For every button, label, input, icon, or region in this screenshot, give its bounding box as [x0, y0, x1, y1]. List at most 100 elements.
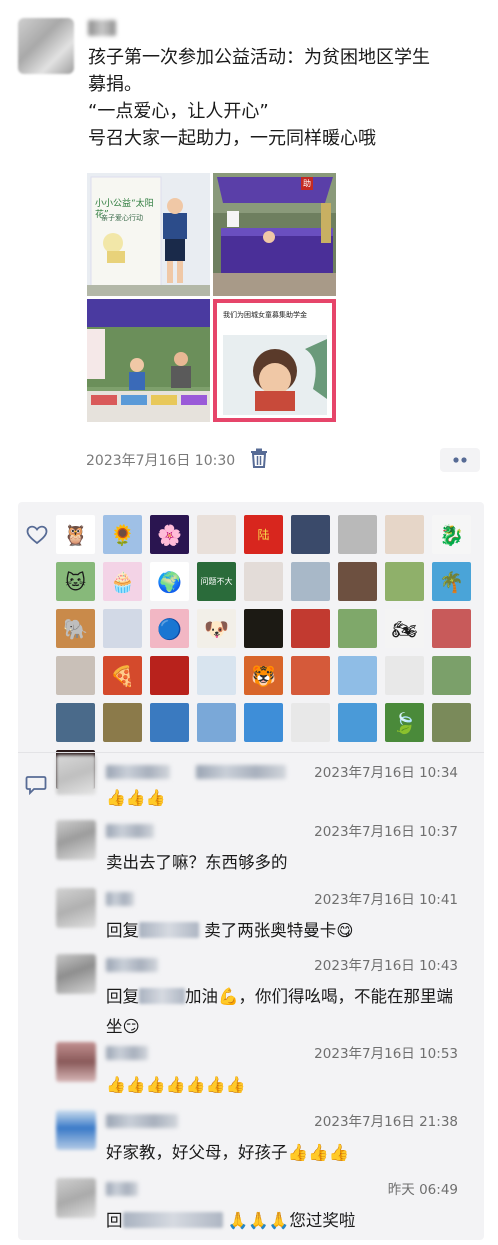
meadow-avatar[interactable]: [385, 562, 424, 601]
reply-target-name[interactable]: [139, 988, 185, 1004]
dancer-avatar[interactable]: [291, 703, 330, 742]
boy-photo-avatar[interactable]: [56, 656, 95, 695]
author-avatar[interactable]: [18, 18, 74, 74]
comment-item[interactable]: 2023年7月16日 10:43 回复 加油💪，你们得吆喝，不能在那里端坐😏: [56, 954, 476, 1036]
couple-silhouette-avatar[interactable]: [291, 656, 330, 695]
street-photo-avatar[interactable]: [338, 515, 377, 554]
comment-avatar[interactable]: [56, 888, 96, 928]
mammoth-avatar-glyph: 🐘: [63, 616, 88, 641]
charity-poster-image: [87, 173, 210, 296]
bride-avatar[interactable]: [244, 562, 283, 601]
man-glasses-avatar[interactable]: [385, 515, 424, 554]
comment-body: 🙏🙏🙏您过奖啦: [227, 1211, 356, 1230]
sky-cloud-avatar[interactable]: [244, 703, 283, 742]
snow-mountain-avatar[interactable]: [197, 656, 236, 695]
man-sitting-avatar[interactable]: [385, 656, 424, 695]
white-cat-avatar-glyph: 🐱: [65, 569, 86, 594]
comment-icon: [25, 776, 47, 795]
comment-item[interactable]: 2023年7月16日 21:38 好家教，好父母，好孩子👍👍👍: [56, 1110, 476, 1172]
sunflower-avatar[interactable]: 🌻: [103, 515, 142, 554]
blue-man-avatar[interactable]: [338, 656, 377, 695]
post-line: 募捐。: [88, 74, 142, 95]
pizza-avatar[interactable]: 🍕: [103, 656, 142, 695]
more-actions-button[interactable]: [440, 448, 480, 472]
owl-avatar-glyph: 🦉: [63, 522, 88, 547]
globes-avatar[interactable]: 🌍: [150, 562, 189, 601]
comment-time: 2023年7月16日 10:37: [314, 824, 458, 840]
heart-icon: [26, 525, 48, 545]
bird-man-avatar[interactable]: [338, 703, 377, 742]
field-path-avatar[interactable]: [338, 609, 377, 648]
comment-avatar[interactable]: [56, 954, 96, 994]
puppies-avatar-glyph: 🐶: [204, 616, 229, 641]
reply-target-name[interactable]: [122, 1212, 223, 1228]
post-photo-4[interactable]: 我们为困城女童募集助学金: [213, 299, 336, 422]
post-line: 孩子第一次参加公益活动：为贫困地区学生: [88, 47, 430, 68]
owl-avatar[interactable]: 🦉: [56, 515, 95, 554]
couple-red-avatar[interactable]: [150, 656, 189, 695]
commenter-name[interactable]: [106, 1114, 178, 1128]
stall-flag: 助: [301, 177, 313, 190]
comment-avatar[interactable]: [56, 820, 96, 860]
reply-target-name[interactable]: [139, 922, 199, 938]
post-text: 孩子第一次参加公益活动：为贫困地区学生 募捐。 “一点爱心，让人开心” 号召大家…: [88, 44, 488, 152]
comment-item[interactable]: 2023年7月16日 10:53 👍👍👍👍👍👍👍: [56, 1042, 476, 1104]
post-line: 号召大家一起助力，一元同样暖心哦: [88, 128, 376, 149]
doraemon-avatar[interactable]: 🔵: [150, 609, 189, 648]
red-badge-avatar-glyph: 陆: [257, 528, 270, 542]
trash-icon[interactable]: [250, 448, 268, 468]
woman-red-avatar[interactable]: [432, 609, 471, 648]
sky-mountain-avatar[interactable]: [197, 703, 236, 742]
charity-table-image: [87, 299, 210, 422]
sea-avatar[interactable]: [150, 703, 189, 742]
post-photo-3[interactable]: [87, 299, 210, 422]
commenter-name[interactable]: [106, 1182, 138, 1196]
comment-item[interactable]: 昨天 06:49 回 🙏🙏🙏您过奖啦: [56, 1178, 476, 1238]
man-portrait-avatar[interactable]: [338, 562, 377, 601]
city-night-avatar[interactable]: [291, 515, 330, 554]
opera-avatar[interactable]: [291, 609, 330, 648]
pink-cake-avatar[interactable]: 🧁: [103, 562, 142, 601]
puppies-avatar[interactable]: 🐶: [197, 609, 236, 648]
mammoth-avatar[interactable]: 🐘: [56, 609, 95, 648]
comment-avatar[interactable]: [56, 1178, 96, 1218]
commenter-name[interactable]: [106, 765, 170, 779]
neon-flower-avatar[interactable]: 🌸: [150, 515, 189, 554]
comment-avatar[interactable]: [56, 1042, 96, 1082]
sunset-trees-avatar[interactable]: [244, 609, 283, 648]
woman-portrait-avatar[interactable]: [197, 515, 236, 554]
railway-avatar[interactable]: [103, 703, 142, 742]
comment-item[interactable]: 2023年7月16日 10:37 卖出去了嘛？东西够多的: [56, 820, 476, 882]
comment-item[interactable]: 2023年7月16日 10:34 👍👍👍: [56, 755, 476, 815]
hills-avatar[interactable]: [432, 656, 471, 695]
pizza-avatar-glyph: 🍕: [110, 663, 135, 688]
tiger-avatar[interactable]: 🐯: [244, 656, 283, 695]
dragon-avatar[interactable]: 🐉: [432, 515, 471, 554]
valley-avatar[interactable]: [432, 703, 471, 742]
comment-item[interactable]: 2023年7月16日 10:41 回复 卖了两张奥特曼卡😋: [56, 888, 476, 948]
post-photo-2[interactable]: 助: [213, 173, 336, 296]
reply-prefix: 回复: [106, 987, 139, 1006]
post-photo-1[interactable]: 小小公益“太阳花” 亲子爱心行动: [87, 173, 210, 296]
tiger-avatar-glyph: 🐯: [251, 663, 276, 688]
comment-time: 2023年7月16日 10:53: [314, 1046, 458, 1062]
reply-prefix: 回复: [106, 921, 139, 940]
sunflower-avatar-glyph: 🌻: [110, 522, 135, 547]
commenter-name[interactable]: [106, 892, 134, 906]
horizon-road-avatar[interactable]: [56, 703, 95, 742]
commenter-name[interactable]: [106, 1046, 148, 1060]
rock-statue-avatar[interactable]: [291, 562, 330, 601]
palm-tree-avatar-glyph: 🌴: [439, 569, 464, 594]
author-name[interactable]: [88, 20, 116, 36]
white-cat-avatar[interactable]: 🐱: [56, 562, 95, 601]
comment-avatar[interactable]: [56, 1110, 96, 1150]
commenter-name[interactable]: [106, 824, 154, 838]
red-badge-avatar[interactable]: 陆: [244, 515, 283, 554]
commenter-name[interactable]: [106, 958, 158, 972]
comment-avatar[interactable]: [56, 755, 96, 795]
palm-tree-avatar[interactable]: 🌴: [432, 562, 471, 601]
leaves-avatar[interactable]: 🍃: [385, 703, 424, 742]
green-text-avatar[interactable]: 问题不大: [197, 562, 236, 601]
motorbike-avatar[interactable]: 🏍: [385, 609, 424, 648]
woman-scarf-avatar[interactable]: [103, 609, 142, 648]
